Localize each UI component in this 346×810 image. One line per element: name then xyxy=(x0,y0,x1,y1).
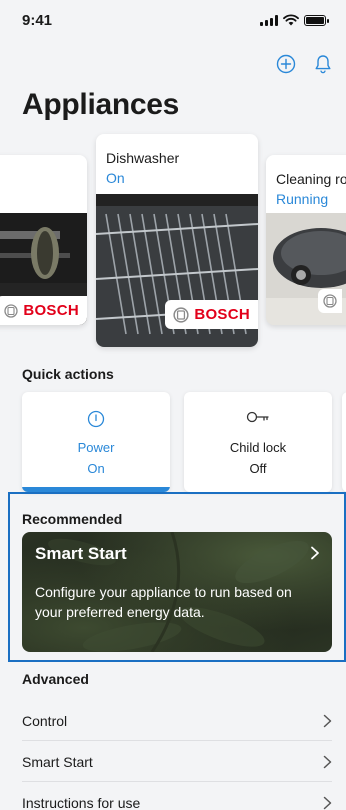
chevron-right-icon xyxy=(311,546,319,560)
status-bar: 9:41 xyxy=(0,0,346,44)
add-icon[interactable] xyxy=(276,54,296,74)
advanced-item-smart-start[interactable]: Smart Start xyxy=(22,742,332,782)
smart-start-title: Smart Start xyxy=(35,544,127,563)
quick-action-partial[interactable] xyxy=(342,392,346,492)
appliance-card-cleaning-robot[interactable]: Cleaning ro Running xyxy=(266,155,346,325)
chevron-right-icon xyxy=(323,755,332,769)
appliance-state: On xyxy=(106,170,125,186)
brand-badge: BOSCH xyxy=(0,296,87,325)
appliance-card-dishwasher[interactable]: Dishwasher On BOSCH xyxy=(96,134,258,347)
quick-action-value: On xyxy=(87,461,105,476)
brand-badge: BOSCH xyxy=(165,300,258,329)
chevron-right-icon xyxy=(323,796,332,810)
list-item-label: Smart Start xyxy=(22,754,93,770)
advanced-item-instructions[interactable]: Instructions for use xyxy=(22,783,332,810)
recommended-heading: Recommended xyxy=(22,511,123,527)
quick-action-label: Child lock xyxy=(229,440,287,455)
appliance-carousel[interactable]: BOSCH Dishwasher On BOSCH Cleaning ro Ru… xyxy=(0,130,346,355)
advanced-item-control[interactable]: Control xyxy=(22,701,332,741)
list-item-label: Instructions for use xyxy=(22,795,141,810)
appliance-name: Dishwasher xyxy=(106,150,180,166)
header-actions xyxy=(276,54,332,74)
advanced-heading: Advanced xyxy=(22,671,89,687)
battery-icon xyxy=(304,14,329,26)
key-icon xyxy=(246,411,269,423)
quick-action-label: Power xyxy=(77,440,115,455)
appliance-card-oven[interactable]: BOSCH xyxy=(0,155,87,325)
appliance-name: Cleaning ro xyxy=(276,171,346,187)
bell-icon[interactable] xyxy=(314,54,332,74)
bosch-logo-icon xyxy=(323,294,337,308)
brand-name: BOSCH xyxy=(23,302,79,319)
wifi-icon xyxy=(283,14,299,26)
appliance-state: Running xyxy=(276,191,329,207)
bosch-logo-icon xyxy=(173,306,189,323)
status-icons xyxy=(260,14,329,26)
smart-start-card[interactable]: Smart Start Configure your appliance to … xyxy=(22,532,332,652)
quick-action-child-lock[interactable]: Child lock Off xyxy=(184,392,332,492)
list-item-label: Control xyxy=(22,713,68,729)
quick-action-value: Off xyxy=(249,461,267,476)
brand-name: BOSCH xyxy=(194,306,250,323)
chevron-right-icon xyxy=(323,714,332,728)
power-icon xyxy=(87,410,105,428)
cellular-signal-icon xyxy=(260,14,278,26)
quick-action-power[interactable]: Power On xyxy=(22,392,170,492)
brand-badge xyxy=(318,289,342,313)
quick-actions-heading: Quick actions xyxy=(22,366,114,382)
status-time: 9:41 xyxy=(22,12,53,29)
smart-start-description: Configure your appliance to run based on… xyxy=(35,584,292,620)
bosch-logo-icon xyxy=(4,303,18,318)
page-title: Appliances xyxy=(22,88,180,121)
